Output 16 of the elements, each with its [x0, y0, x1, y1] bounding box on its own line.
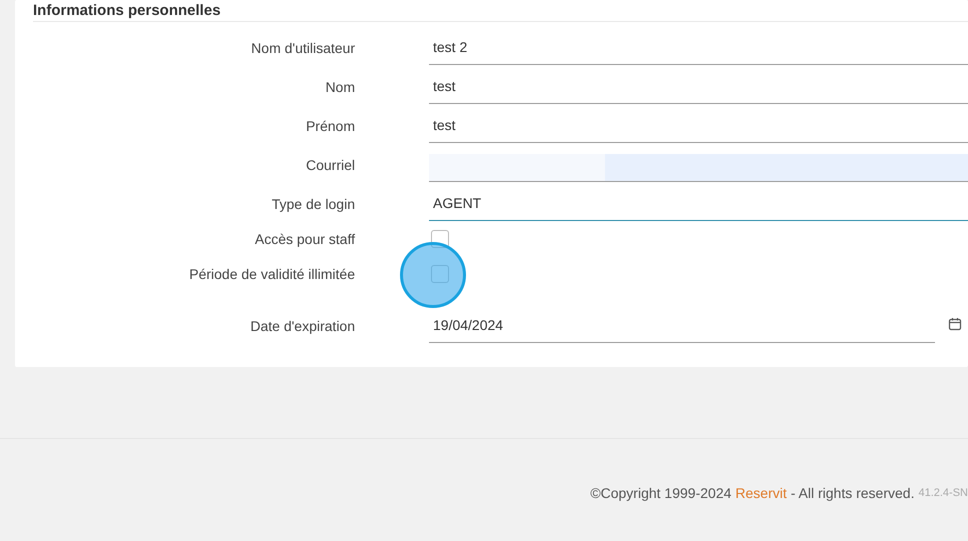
- calendar-icon[interactable]: [948, 317, 962, 331]
- section-title: Informations personnelles: [33, 1, 222, 20]
- field-label: Nom d'utilisateur: [250, 40, 355, 58]
- field-label: Courriel: [304, 157, 355, 175]
- field-label: Période de validité illimitée: [188, 266, 355, 282]
- rights-text: - All rights reserved.: [790, 485, 914, 501]
- checkbox[interactable]: [431, 264, 449, 282]
- field-label: Prénom: [304, 118, 355, 136]
- field-label: Type de login: [270, 196, 355, 214]
- copyright-text: ©Copyright 1999-2024: [590, 485, 732, 501]
- version-text: 41.2.4-SN: [918, 487, 968, 499]
- checkbox[interactable]: [431, 230, 449, 248]
- field-label: Accès pour staff: [254, 230, 355, 246]
- field-label: Nom: [324, 79, 355, 97]
- text-field[interactable]: [429, 154, 968, 182]
- field-label: Date d'expiration: [249, 318, 355, 336]
